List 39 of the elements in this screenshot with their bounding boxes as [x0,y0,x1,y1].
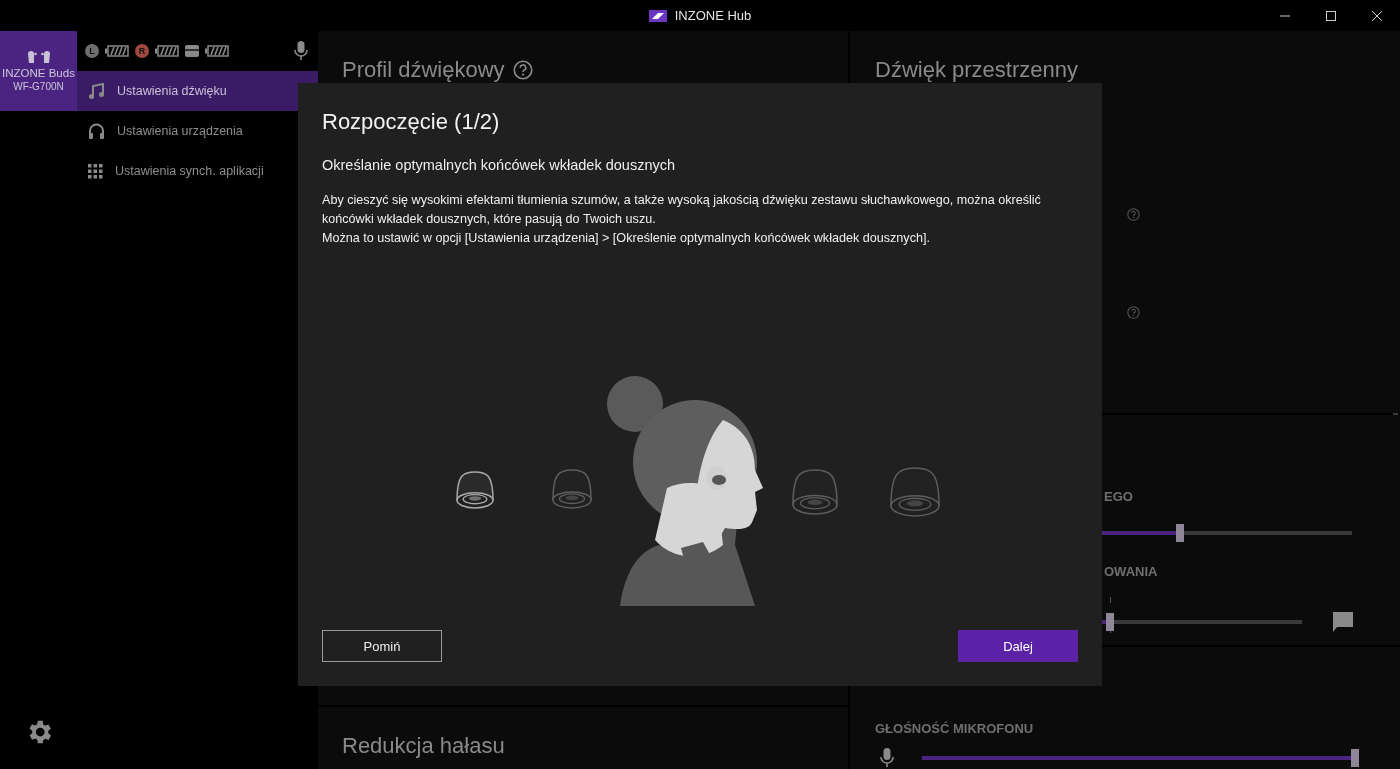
earbuds-icon [25,50,52,65]
window-title: INZONE Hub [674,8,752,23]
nav-item[interactable]: Ustawienia dźwięku [77,71,318,111]
device-tile[interactable]: INZONE Buds WF-G700N [0,31,77,111]
chat-bubble-icon[interactable] [1332,611,1354,633]
slider-thumb[interactable] [1105,613,1114,631]
nav-item[interactable]: Ustawienia synch. aplikacji [77,151,318,191]
device-model: WF-G700N [13,80,64,92]
nav-item[interactable]: Ustawienia urządzenia [77,111,318,151]
earbud-badge: L [85,44,99,58]
microphone-icon [294,41,308,61]
battery-icon [205,45,229,57]
slider-label: EGO [1103,489,1134,504]
help-icon[interactable] [512,60,533,80]
panel-title: Profil dźwiękowy [342,57,505,83]
close-icon[interactable] [1372,10,1382,21]
app-logo-icon [648,9,667,22]
slider-thumb[interactable] [1176,524,1185,542]
next-button[interactable]: Dalej [958,630,1078,662]
dialog-title: Rozpoczęcie (1/2) [322,109,501,135]
panel-title: Dźwięk przestrzenny [875,57,1079,83]
panel-title: Redukcja hałasu [342,733,506,759]
microphone-icon [880,748,894,768]
slider-thumb[interactable] [1351,749,1359,767]
slider-label: OWANIA [1103,564,1159,579]
headphones-icon [88,122,105,140]
case-icon [185,45,199,57]
device-name: INZONE Buds [2,66,75,79]
dialog-text: Aby cieszyć się wysokimi efektami tłumienia szumów, a także wysoką jakością dźwięku zestawu słuchawkowego, można określić końcówki wkładek dousznych, które pasują do Twoich uszu. [322,192,1042,228]
dialog-text: Można to ustawić w opcji [Ustawienia urządzenia] > [Określenie optymalnych końcówek wkładek dousznych]. [322,230,931,247]
music-note-icon [88,82,105,100]
earbud-badge: R [135,44,149,58]
slider-label: GŁOŚNOŚĆ MIKROFONU [875,721,1035,736]
dialog-subtitle: Określanie optymalnych końcówek wkładek dousznych [322,157,676,173]
battery-icon [105,45,129,57]
maximize-icon[interactable] [1326,10,1336,21]
grid-icon [88,163,103,179]
skip-button[interactable]: Pomiń [322,630,442,662]
battery-icon [155,45,179,57]
